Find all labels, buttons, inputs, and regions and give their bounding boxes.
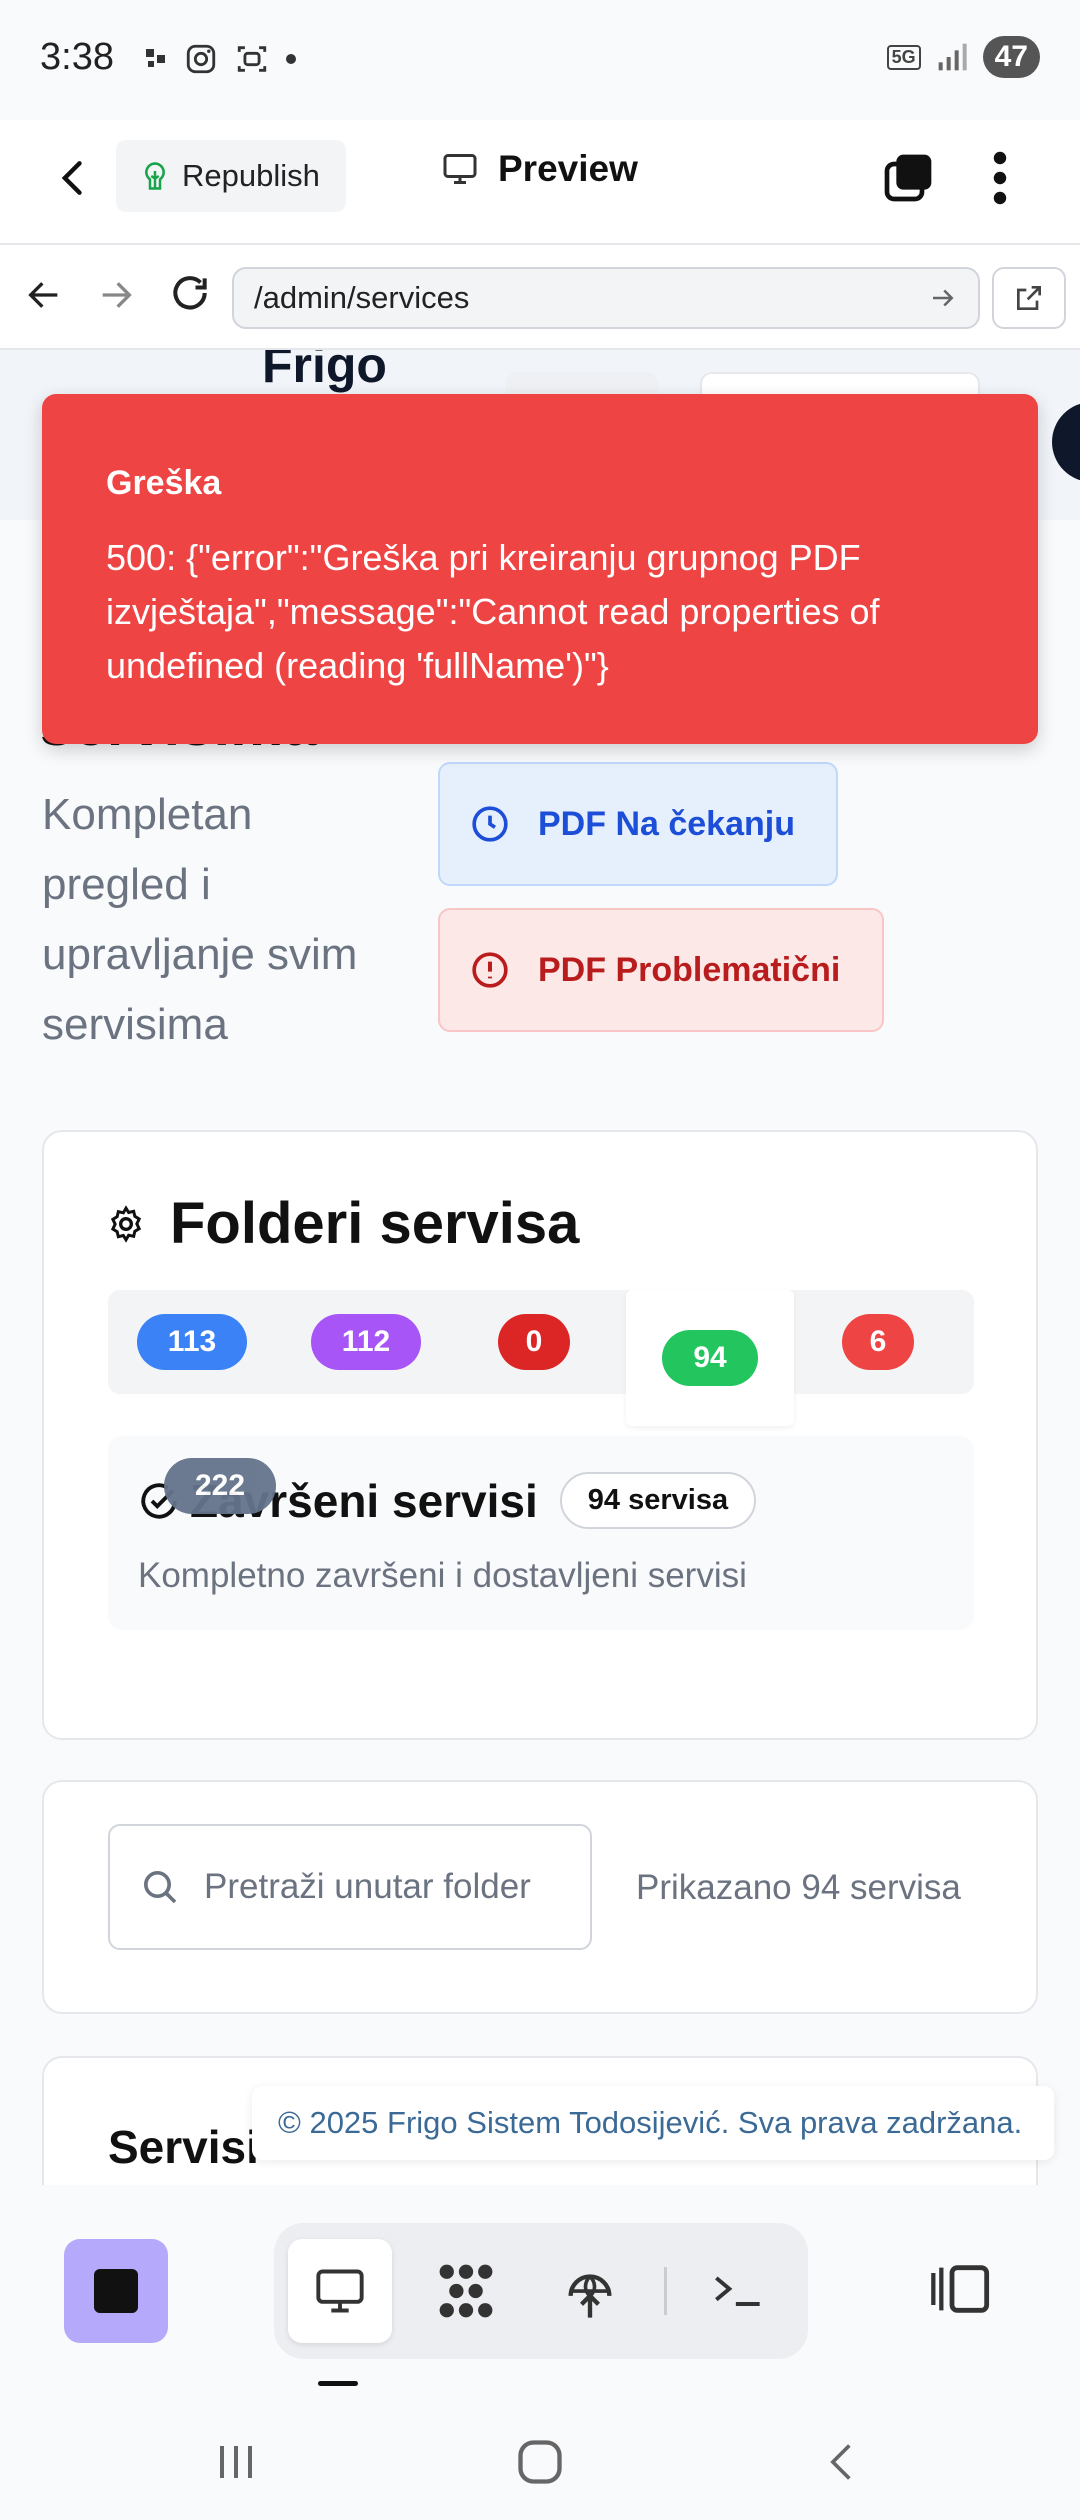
- browser-back-icon[interactable]: [24, 275, 64, 315]
- footer-text: © 2025 Frigo Sistem Todosijević. Sva pra…: [278, 2105, 1023, 2140]
- deploy-button[interactable]: [538, 2239, 642, 2343]
- system-nav-bar: [0, 2400, 1080, 2520]
- url-bar[interactable]: /admin/services: [232, 267, 980, 329]
- side-panel-icon[interactable]: [928, 2261, 992, 2317]
- folder-count-badge: 94: [662, 1330, 758, 1386]
- gear-icon: [110, 1204, 142, 1243]
- republish-button[interactable]: Republish: [116, 140, 346, 212]
- page-subtitle: Kompletan pregled i upravljanje svim ser…: [42, 790, 358, 1049]
- dot-icon: [286, 54, 296, 64]
- error-toast[interactable]: Greška 500: {"error":"Greška pri kreiran…: [42, 394, 1038, 744]
- preview-label: Preview: [498, 148, 638, 189]
- more-options-icon[interactable]: [988, 148, 1012, 208]
- tabs-icon[interactable]: [880, 150, 936, 206]
- tree-icon: [145, 162, 165, 190]
- folders-heading: Folderi servisa: [106, 1190, 579, 1257]
- brand-name: Frigo: [262, 350, 387, 393]
- monitor-icon: [316, 2269, 364, 2313]
- pdf-pending-button[interactable]: PDF Na čekanju: [438, 762, 838, 886]
- folder-tab[interactable]: 112: [282, 1290, 450, 1394]
- toast-title: Greška: [106, 464, 222, 502]
- stop-button[interactable]: [64, 2239, 168, 2343]
- app-notification-icon: [146, 49, 165, 67]
- pdf-problematic-button[interactable]: PDF Problematični: [438, 908, 884, 1032]
- folder-tab[interactable]: 113: [108, 1290, 276, 1394]
- shown-count-text: Prikazano 94 servisa: [636, 1868, 961, 1907]
- folder-count-badge: 0: [498, 1314, 570, 1370]
- open-external-button[interactable]: [992, 267, 1066, 329]
- terminal-button[interactable]: [686, 2239, 790, 2343]
- notification-icons: [144, 42, 296, 76]
- folders-title: Folderi servisa: [170, 1191, 580, 1256]
- network-type: 5G: [886, 44, 921, 70]
- pdf-pending-label: PDF Na čekanju: [538, 804, 795, 843]
- status-time: 3:38: [40, 36, 114, 78]
- footer-copyright: © 2025 Frigo Sistem Todosijević. Sva pra…: [252, 2086, 1054, 2160]
- signal-icon: [938, 43, 967, 71]
- folders-card: Folderi servisa 113 112 0 94 6 Završeni …: [42, 1130, 1038, 1740]
- browser-toolbar: /admin/services: [0, 245, 1080, 350]
- grid-cluster-icon: [439, 2264, 493, 2318]
- instagram-icon: [186, 44, 216, 74]
- folder-tab[interactable]: 6: [794, 1290, 962, 1394]
- external-link-icon: [1017, 286, 1041, 310]
- folder-count-badge: 112: [311, 1314, 421, 1370]
- clock-icon: [472, 806, 508, 842]
- search-icon: [144, 1871, 177, 1904]
- services-title: Servisi: [108, 2121, 259, 2173]
- selected-folder-info: Završeni servisi 94 servisa 222 Kompletn…: [108, 1436, 974, 1630]
- globe-upload-icon: [568, 2274, 612, 2318]
- status-bar: 3:38 5G 47: [0, 0, 1080, 120]
- search-placeholder: Pretraži unutar folder: [204, 1867, 531, 1906]
- app-header: Republish Preview: [0, 120, 1080, 245]
- recent-apps-icon[interactable]: [212, 2436, 260, 2488]
- toast-message: 500: {"error":"Greška pri kreiranju grup…: [106, 537, 880, 686]
- view-tool-group: [274, 2223, 808, 2359]
- folder-count-badge: 113: [137, 1314, 247, 1370]
- toolbar-separator: [664, 2267, 667, 2315]
- services-count-badge: 94 servisa: [559, 1472, 757, 1529]
- folder-tab-active[interactable]: 94: [626, 1290, 794, 1426]
- preview-toggle[interactable]: Preview: [440, 148, 638, 190]
- republish-label: Republish: [182, 158, 320, 193]
- url-text: /admin/services: [254, 280, 470, 315]
- back-arrow-icon[interactable]: [52, 156, 96, 200]
- folder-count-badge: 6: [842, 1314, 914, 1370]
- bottom-toolbar: [0, 2185, 1080, 2400]
- folder-tabs: 113 112 0 94 6: [108, 1290, 974, 1426]
- search-card: Pretraži unutar folder Prikazano 94 serv…: [42, 1780, 1038, 2014]
- monitor-icon: [443, 154, 477, 184]
- selected-folder-description: Kompletno završeni i dostavljeni servisi: [138, 1556, 747, 1595]
- screenshot-icon: [237, 46, 267, 72]
- battery-indicator: 47: [982, 36, 1040, 78]
- folder-count-badge[interactable]: 222: [164, 1458, 276, 1514]
- alert-circle-icon: [472, 952, 508, 988]
- pdf-problematic-label: PDF Problematični: [538, 950, 841, 989]
- active-tool-indicator: [318, 2381, 358, 2386]
- stop-icon: [94, 2269, 138, 2313]
- reload-icon[interactable]: [168, 271, 212, 315]
- folder-tab[interactable]: 0: [450, 1290, 618, 1394]
- home-icon[interactable]: [514, 2436, 566, 2488]
- go-arrow-icon[interactable]: [928, 283, 958, 313]
- system-back-icon[interactable]: [820, 2436, 864, 2488]
- code-view-button[interactable]: [414, 2239, 518, 2343]
- terminal-icon: [715, 2276, 760, 2306]
- browser-forward-icon[interactable]: [96, 275, 136, 315]
- system-icons: 5G 47: [886, 36, 1040, 78]
- desktop-view-button[interactable]: [288, 2239, 392, 2343]
- search-input[interactable]: Pretraži unutar folder: [108, 1824, 592, 1950]
